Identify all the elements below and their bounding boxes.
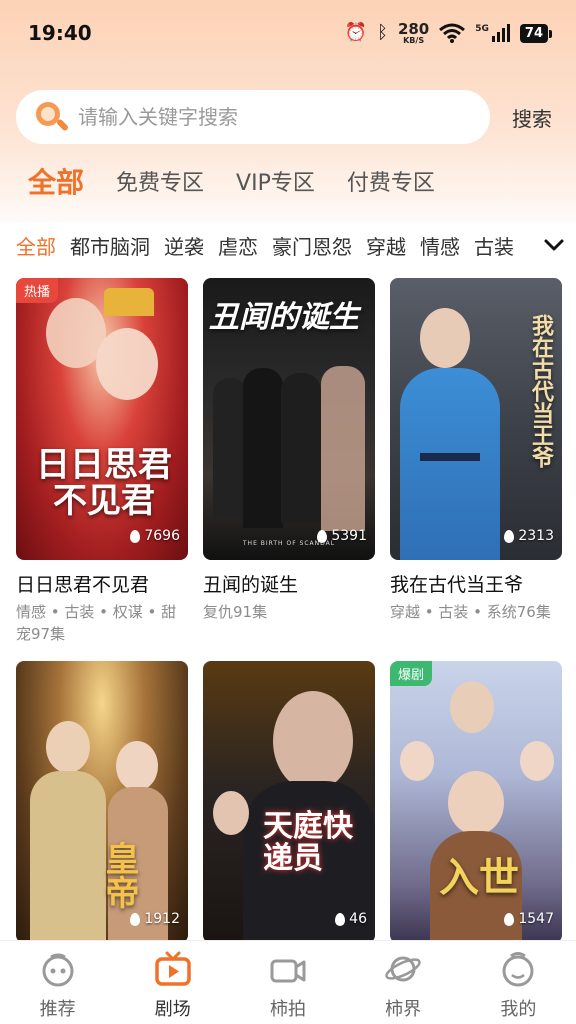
drama-poster[interactable]: 日日思君不见君 热播 7696 [16,278,188,560]
drama-card[interactable]: 天庭快递员 46 [203,661,375,943]
poster-title: 日日思君不见君 [36,445,172,521]
poster-title: 入世 [439,855,519,901]
profile-face-icon [502,952,534,987]
view-count: 2313 [504,528,554,544]
nav-theater-label: 剧场 [154,999,191,1020]
bluetooth-icon: ᛒ [377,22,388,43]
tab-vip-zone[interactable]: VIP专区 [236,165,315,197]
flame-icon [335,912,346,926]
nav-profile-label: 我的 [500,999,537,1020]
view-count: 5391 [317,528,367,544]
view-count-value: 2313 [518,528,554,544]
genre-wealthy-family[interactable]: 豪门恩怨 [272,231,352,260]
flame-icon [504,912,515,926]
search-icon [34,100,70,134]
drama-tags: 穿越 • 古装 • 系统76集 [390,603,551,621]
genre-urban-fantasy[interactable]: 都市脑洞 [70,231,150,260]
view-count-value: 46 [349,911,367,927]
nav-profile[interactable]: 我的 [468,951,568,1021]
network-type: 5G [475,24,489,34]
view-count: 1912 [130,911,180,927]
drama-card[interactable]: 丑闻的诞生 THE BIRTH OF SCANDAL 5391 丑闻的诞生 复仇… [203,278,375,658]
genre-filter-bar: 全部 都市脑洞 逆袭 虐恋 豪门恩怨 穿越 情感 古装 [0,222,576,268]
search-button[interactable]: 搜索 [512,103,552,132]
nav-shoot-label: 柿拍 [269,999,306,1020]
persimmon-face-icon [42,953,74,987]
drama-card[interactable]: 日日思君不见君 热播 7696 日日思君不见君 情感 • 古装 • 权谋 • 甜… [16,278,188,658]
search-input[interactable] [78,105,490,129]
nav-world[interactable]: 柿界 [353,951,453,1021]
hot-badge: 热播 [16,278,59,303]
drama-card[interactable]: 入世 爆剧 1547 [390,661,562,943]
cellular-signal: 5G [475,24,510,42]
drama-grid-row-1: 日日思君不见君 热播 7696 日日思君不见君 情感 • 古装 • 权谋 • 甜… [16,278,564,658]
signal-icon [491,24,510,42]
wifi-icon [439,23,466,43]
genre-tragic-romance[interactable]: 虐恋 [218,231,258,260]
view-count: 46 [335,911,367,927]
alarm-icon: ⏰ [344,22,368,43]
flame-icon [130,912,141,926]
view-count: 1547 [504,911,554,927]
video-camera-icon [270,959,306,983]
drama-title[interactable]: 我在古代当王爷 [390,570,562,597]
network-speed-unit: KB/S [403,35,425,45]
tab-paid-zone[interactable]: 付费专区 [347,165,435,197]
explosive-badge: 爆剧 [390,661,433,686]
flame-icon [504,529,515,543]
drama-title[interactable]: 丑闻的诞生 [203,570,375,597]
status-bar: 19:40 ⏰ ᛒ 280 KB/S 5G 74 [0,0,576,66]
network-speed: 280 KB/S [397,19,430,45]
drama-tags: 复仇91集 [203,603,268,621]
genre-emotion[interactable]: 情感 [420,231,460,260]
poster-title: 天庭快递员 [263,809,353,876]
planet-icon [385,956,421,982]
drama-grid-row-2: 皇帝 1912 天庭快递员 46 入世 爆剧 1547 [16,661,564,943]
network-speed-value: 280 [397,19,430,38]
drama-poster[interactable]: 皇帝 1912 [16,661,188,943]
search-box[interactable] [16,90,490,144]
nav-theater[interactable]: 剧场 [123,951,223,1021]
poster-title: 皇帝 [99,841,139,909]
genre-time-travel[interactable]: 穿越 [366,231,406,260]
nav-recommend[interactable]: 推荐 [8,951,108,1021]
poster-title: 我在古代当王爷 [528,314,553,468]
nav-shoot[interactable]: 柿拍 [238,951,338,1021]
genre-all[interactable]: 全部 [16,231,56,260]
view-count: 7696 [130,528,180,544]
tab-all[interactable]: 全部 [28,161,84,201]
expand-genres-button[interactable] [532,222,576,268]
genre-comeback[interactable]: 逆袭 [164,231,204,260]
drama-card[interactable]: 我在古代当王爷 2313 我在古代当王爷 穿越 • 古装 • 系统76集 [390,278,562,658]
poster-title: 丑闻的诞生 [209,300,359,335]
drama-title[interactable]: 日日思君不见君 [16,570,188,597]
drama-poster[interactable]: 我在古代当王爷 2313 [390,278,562,560]
genre-list[interactable]: 全部 都市脑洞 逆袭 虐恋 豪门恩怨 穿越 情感 古装 [16,222,532,268]
drama-poster[interactable]: 入世 爆剧 1547 [390,661,562,943]
genre-costume[interactable]: 古装 [474,231,514,260]
nav-world-label: 柿界 [385,999,422,1020]
chevron-down-icon [544,239,564,251]
drama-poster[interactable]: 丑闻的诞生 THE BIRTH OF SCANDAL 5391 [203,278,375,560]
view-count-value: 1912 [144,911,180,927]
view-count-value: 1547 [518,911,554,927]
status-icons: ⏰ ᛒ 280 KB/S 5G 74 [344,19,553,45]
drama-poster[interactable]: 天庭快递员 46 [203,661,375,943]
view-count-value: 5391 [331,528,367,544]
tab-free-zone[interactable]: 免费专区 [116,165,204,197]
bottom-navigation: 推荐 剧场 柿拍 柿界 我的 [0,940,576,1024]
status-time: 19:40 [28,21,92,45]
search-bar: 搜索 [16,90,560,144]
nav-recommend-label: 推荐 [39,999,76,1020]
drama-card[interactable]: 皇帝 1912 [16,661,188,943]
drama-tags: 情感 • 古装 • 权谋 • 甜宠97集 [16,603,177,643]
view-count-value: 7696 [144,528,180,544]
battery-icon: 74 [519,23,553,43]
flame-icon [130,529,141,543]
tv-play-icon [155,951,191,986]
zone-tabs: 全部 免费专区 VIP专区 付费专区 [28,158,435,204]
flame-icon [317,529,328,543]
